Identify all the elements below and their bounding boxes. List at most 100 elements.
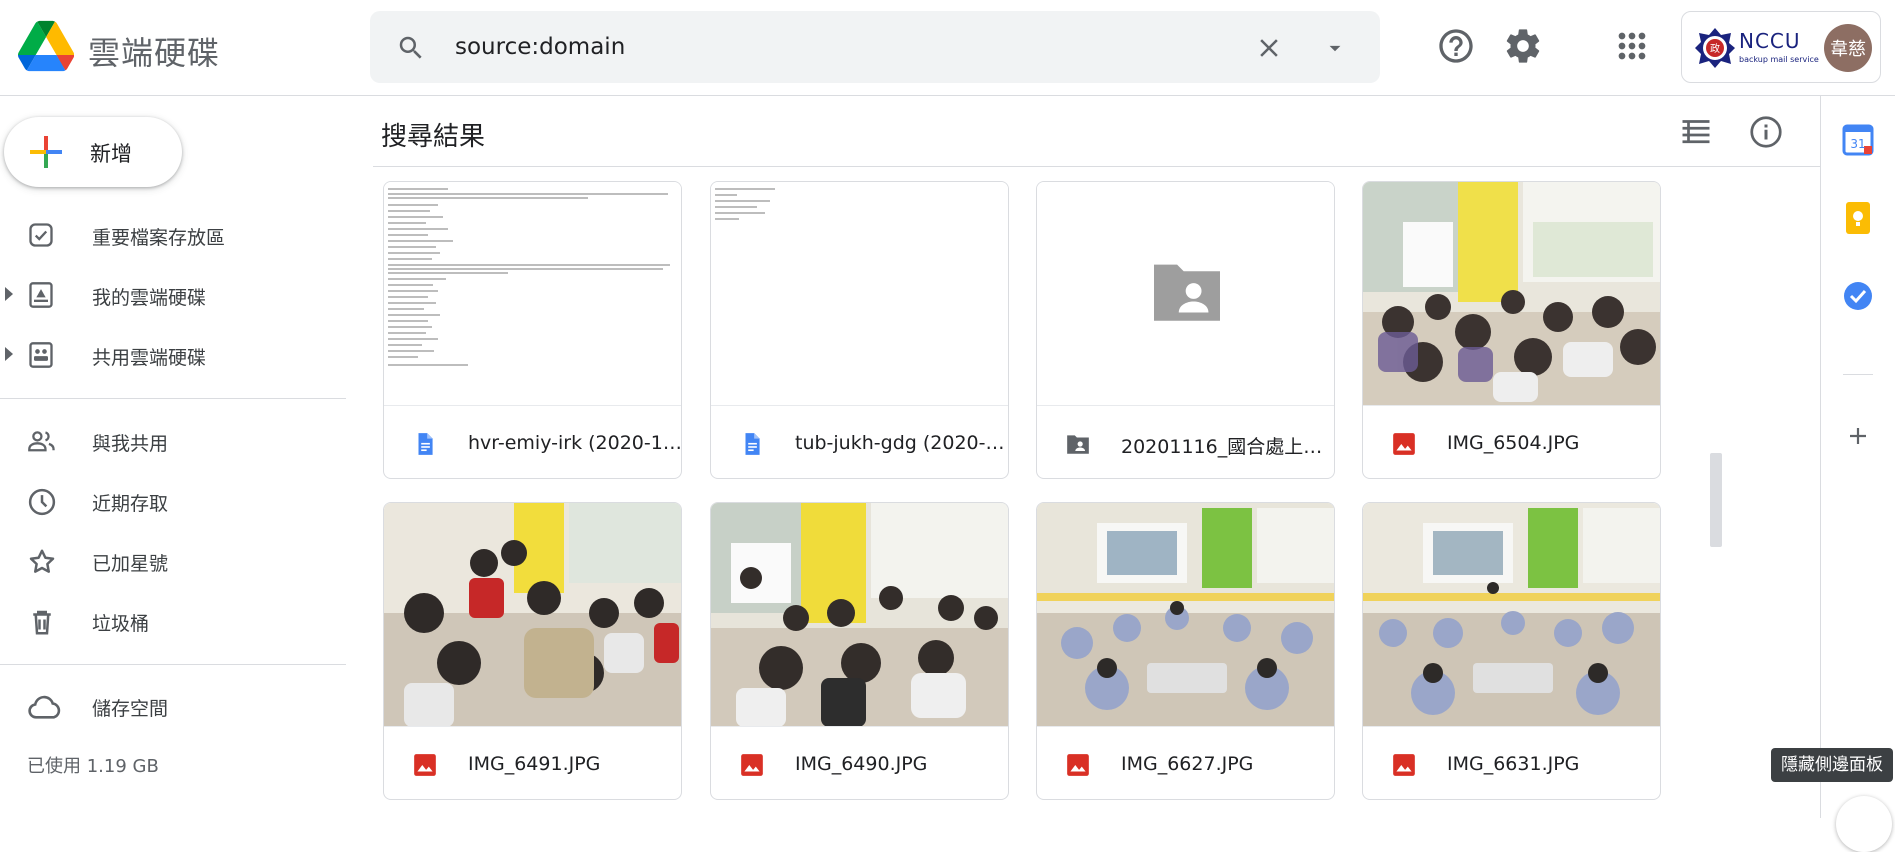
image-file-icon <box>1393 433 1415 455</box>
scrollbar-thumb[interactable] <box>1710 453 1722 547</box>
page-title: 搜尋結果 <box>381 122 486 152</box>
account-switcher[interactable]: 政 NCCU backup mail service 韋慈 <box>1681 11 1881 83</box>
sidebar-divider <box>0 664 346 665</box>
settings-icon[interactable] <box>1503 26 1543 66</box>
tooltip: 隱藏側邊面板 <box>1771 748 1893 782</box>
search-bar <box>370 11 1380 83</box>
file-card[interactable]: IMG_6504.JPG <box>1362 181 1661 479</box>
nccu-seal-logo: 政 <box>1695 28 1735 68</box>
sidebar-item-starred[interactable]: 已加星號 <box>0 533 346 589</box>
app-title: 雲端硬碟 <box>88 34 221 72</box>
star-icon <box>29 549 55 573</box>
add-icon[interactable] <box>1838 416 1878 456</box>
svg-text:31: 31 <box>1850 137 1865 151</box>
sidebar-item-label: 共用雲端硬碟 <box>92 347 207 369</box>
classroom-photo <box>1037 503 1334 726</box>
image-file-icon <box>1067 754 1089 776</box>
doc-text-preview <box>715 188 775 220</box>
file-name: IMG_6490.JPG <box>795 753 928 775</box>
sidebar-item-recent[interactable]: 近期存取 <box>0 473 346 529</box>
side-panel: 31 <box>1820 96 1895 818</box>
main-divider <box>373 166 1820 167</box>
sidebar-item-storage[interactable]: 儲存空間 <box>0 678 346 734</box>
file-name: IMG_6631.JPG <box>1447 753 1580 775</box>
side-panel-divider <box>1843 374 1873 375</box>
sidebar-item-shared-with-me[interactable]: 與我共用 <box>0 413 346 469</box>
top-header: 雲端硬碟 政 NCCU backup mail service 韋慈 <box>0 0 1895 96</box>
file-card[interactable]: IMG_6631.JPG <box>1362 502 1661 800</box>
apps-grid-icon[interactable] <box>1612 26 1652 66</box>
sidebar-item-label: 我的雲端硬碟 <box>92 287 207 309</box>
avatar[interactable]: 韋慈 <box>1824 24 1872 72</box>
image-thumbnail <box>1037 503 1334 727</box>
file-card[interactable]: tub-jukh-gdg (2020-… <box>710 181 1009 479</box>
toggle-side-panel-button[interactable] <box>1836 796 1892 852</box>
priority-check-icon <box>29 223 53 247</box>
file-card[interactable]: IMG_6627.JPG <box>1036 502 1335 800</box>
doc-thumbnail <box>384 182 681 406</box>
sidebar-item-label: 與我共用 <box>92 433 169 455</box>
shared-drives-icon <box>29 342 53 368</box>
google-drive-logo-icon[interactable] <box>18 18 74 74</box>
new-button-label: 新增 <box>90 142 132 166</box>
file-name: IMG_6504.JPG <box>1447 432 1580 454</box>
shared-folder-icon <box>1067 435 1089 454</box>
file-card[interactable]: IMG_6491.JPG <box>383 502 682 800</box>
doc-file-icon <box>418 433 433 455</box>
file-name: tub-jukh-gdg (2020-… <box>795 432 1005 454</box>
arrow-drop-down-icon[interactable] <box>1322 35 1348 61</box>
sidebar-item-label: 儲存空間 <box>92 698 169 720</box>
file-name: IMG_6627.JPG <box>1121 753 1254 775</box>
file-card[interactable]: hvr-emiy-irk (2020-1… <box>383 181 682 479</box>
clock-icon <box>28 488 56 516</box>
expand-arrow-icon[interactable] <box>5 347 13 361</box>
info-icon[interactable] <box>1748 114 1784 150</box>
expand-arrow-icon[interactable] <box>5 287 13 301</box>
classroom-photo <box>711 503 1008 726</box>
sidebar-item-label: 重要檔案存放區 <box>92 227 226 249</box>
file-card[interactable]: 20201116_國合處上… <box>1036 181 1335 479</box>
sidebar-divider <box>0 398 346 399</box>
new-button[interactable]: 新增 <box>4 117 182 187</box>
plus-multicolor-icon <box>30 136 62 168</box>
sidebar-item-priority[interactable]: 重要檔案存放區 <box>0 207 346 263</box>
trash-icon <box>33 610 51 635</box>
doc-thumbnail <box>711 182 1008 406</box>
org-subtitle: backup mail service <box>1739 55 1819 64</box>
close-icon[interactable] <box>1254 33 1284 63</box>
sidebar-item-label: 已加星號 <box>92 553 169 575</box>
image-thumbnail <box>384 503 681 727</box>
file-name: 20201116_國合處上… <box>1121 436 1323 458</box>
org-name: NCCU <box>1739 29 1801 53</box>
sidebar-item-trash[interactable]: 垃圾桶 <box>0 593 346 649</box>
shared-folder-large-icon <box>1154 264 1220 321</box>
image-file-icon <box>1393 754 1415 776</box>
cloud-icon <box>28 695 61 719</box>
file-name: hvr-emiy-irk (2020-1… <box>468 432 682 454</box>
keep-icon[interactable] <box>1838 198 1878 238</box>
classroom-photo <box>1363 503 1660 726</box>
file-card[interactable]: IMG_6490.JPG <box>710 502 1009 800</box>
search-input[interactable] <box>455 27 1255 67</box>
svg-text:政: 政 <box>1710 42 1720 55</box>
tasks-icon[interactable] <box>1838 276 1878 316</box>
classroom-photo <box>384 503 681 726</box>
help-icon[interactable] <box>1436 26 1476 66</box>
sidebar-item-my-drive[interactable]: 我的雲端硬碟 <box>0 267 346 323</box>
image-thumbnail <box>1363 503 1660 727</box>
sidebar-item-shared-drives[interactable]: 共用雲端硬碟 <box>0 327 346 383</box>
folder-thumbnail <box>1037 182 1334 406</box>
image-thumbnail <box>711 503 1008 727</box>
doc-text-preview <box>388 188 670 366</box>
storage-used-text: 已使用 1.19 GB <box>27 756 159 777</box>
calendar-icon[interactable]: 31 <box>1838 120 1878 160</box>
classroom-photo <box>1363 182 1660 405</box>
list-view-icon[interactable] <box>1678 114 1714 150</box>
image-file-icon <box>414 754 436 776</box>
image-file-icon <box>741 754 763 776</box>
file-name: IMG_6491.JPG <box>468 753 601 775</box>
search-icon[interactable] <box>396 33 426 63</box>
sidebar-item-label: 垃圾桶 <box>92 613 150 635</box>
doc-file-icon <box>745 433 760 455</box>
shared-with-me-icon <box>28 431 55 452</box>
